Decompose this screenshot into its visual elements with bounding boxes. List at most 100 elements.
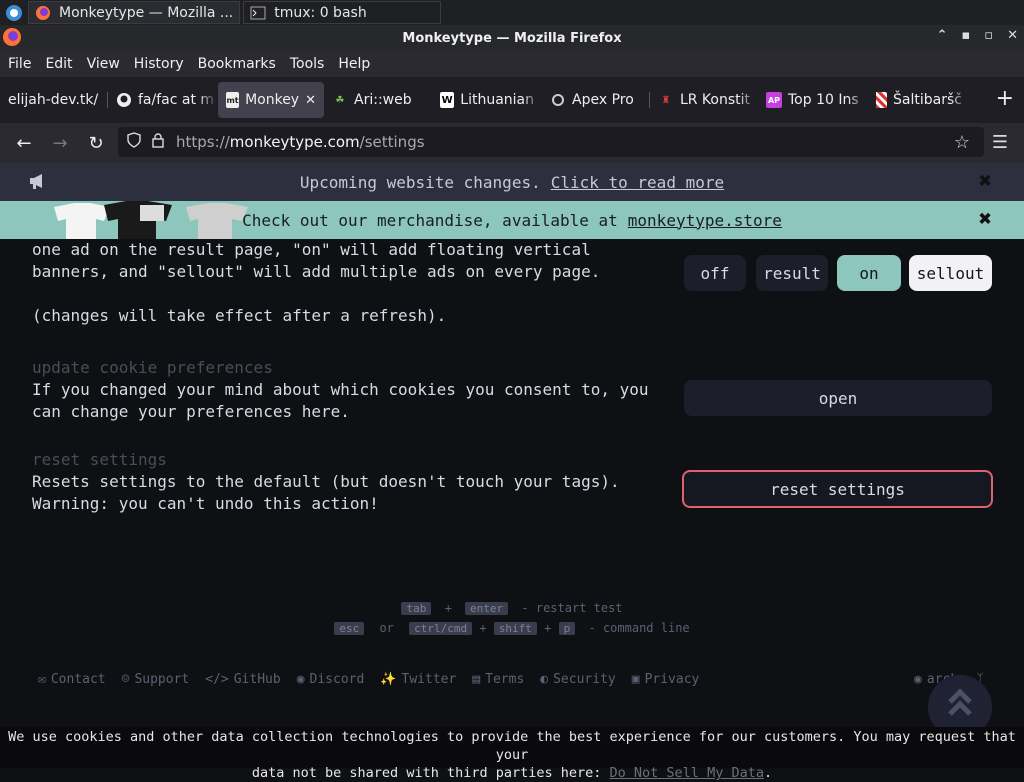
envelope-icon: ✉ (38, 672, 46, 687)
lr-icon: ♜ (661, 94, 671, 106)
settings-page: one ad on the result page, "on" will add… (0, 239, 1024, 768)
app-launcher-icon[interactable] (3, 2, 25, 24)
shield-icon[interactable] (126, 132, 142, 152)
footer-support-label: Support (134, 672, 190, 687)
tab-lr[interactable]: ♜ LR Konstit (650, 82, 758, 118)
footer-privacy[interactable]: ▣ Privacy (632, 672, 700, 687)
footer-security[interactable]: ◐ Security (540, 672, 615, 687)
window-close-icon[interactable]: ✕ (1007, 28, 1018, 43)
footer-terms-label: Terms (485, 672, 525, 687)
footer-github[interactable]: </> GitHub (205, 672, 280, 687)
tab-monkeytype[interactable]: mt Monkey ✕ (218, 82, 324, 118)
footer-github-label: GitHub (233, 672, 281, 687)
ads-on-button[interactable]: on (837, 255, 901, 291)
menu-bookmarks[interactable]: Bookmarks (198, 56, 276, 72)
footer-twitter-label: Twitter (401, 672, 457, 687)
url-host: monkeytype.com (229, 133, 360, 151)
notice-close-icon[interactable]: ✖ (979, 171, 992, 193)
hamburger-menu-icon[interactable]: ☰ (992, 132, 1008, 153)
double-chevron-up-icon (946, 688, 974, 726)
reset-settings-button[interactable]: reset settings (682, 470, 993, 508)
bookmark-star-icon[interactable]: ☆ (954, 132, 970, 153)
window-title: Monkeytype — Mozilla Firefox (402, 30, 622, 46)
tab-github[interactable]: fa/fac at m (108, 82, 218, 118)
terminal-icon (250, 5, 266, 21)
back-button[interactable]: ← (10, 129, 38, 157)
firefox-icon (35, 5, 51, 21)
footer-contact[interactable]: ✉ Contact (38, 672, 106, 687)
tab-bar: elijah-dev.tk/ fa/fac at m mt Monkey ✕ ☘… (0, 77, 1024, 123)
tab-ari[interactable]: ☘ Ari::web (324, 82, 432, 118)
merch-banner: Check out our merchandise, available at … (0, 201, 1024, 239)
forward-button[interactable]: → (46, 129, 74, 157)
footer-contact-label: Contact (50, 672, 106, 687)
tab-label: elijah-dev.tk/ (8, 92, 99, 108)
kbd-enter: enter (465, 602, 509, 615)
open-cookie-preferences-button[interactable]: open (684, 380, 992, 416)
kbd-shift: shift (493, 622, 537, 635)
steelseries-icon (550, 92, 566, 108)
menu-edit[interactable]: Edit (45, 56, 72, 72)
notice-link[interactable]: Click to read more (551, 173, 724, 192)
menu-view[interactable]: View (87, 56, 120, 72)
new-tab-button[interactable]: + (996, 88, 1014, 110)
kbd-p: p (558, 622, 576, 635)
footer-security-label: Security (553, 672, 616, 687)
menu-tools[interactable]: Tools (290, 56, 325, 72)
taskbar-item-terminal[interactable]: tmux: 0 bash (243, 1, 442, 24)
tab-elijah[interactable]: elijah-dev.tk/ (0, 82, 108, 118)
reload-button[interactable]: ↻ (82, 129, 110, 157)
cookie-notice: We use cookies and other data collection… (0, 727, 1024, 781)
command-line-hint: esc or ctrl/cmd + shift + p - command li… (0, 621, 1024, 635)
command-line-hint-text: - command line (588, 621, 690, 635)
window-collapse-icon[interactable]: ⌃ (937, 28, 948, 43)
cookie-description-line2: can change your preferences here. (32, 402, 350, 421)
tab-saltibarsciai[interactable]: Šaltibaršč (868, 82, 970, 118)
tab-apex[interactable]: Apex Pro (542, 82, 650, 118)
tab-label: Apex Pro (572, 92, 634, 108)
tab-close-icon[interactable]: ✕ (305, 93, 316, 108)
footer-terms[interactable]: ▤ Terms (472, 672, 524, 687)
reset-description-line2: Warning: you can't undo this action! (32, 494, 379, 513)
lock-icon[interactable] (150, 132, 166, 152)
kbd-tab: tab (401, 602, 432, 615)
do-not-sell-link[interactable]: Do Not Sell My Data (610, 765, 764, 781)
notice-banner: Upcoming website changes. Click to read … (0, 163, 1024, 201)
merch-link[interactable]: monkeytype.store (628, 211, 782, 230)
menu-file[interactable]: File (8, 56, 31, 72)
hint-or: or (379, 621, 394, 635)
ads-description-line3: (changes will take effect after a refres… (32, 306, 447, 325)
footer-twitter[interactable]: ✨ Twitter (380, 672, 456, 687)
window-maximize-icon[interactable]: ▫ (984, 28, 993, 43)
window-minimize-icon[interactable]: ▪ (961, 28, 970, 43)
github-icon (116, 92, 132, 108)
footer-discord[interactable]: ◉ Discord (297, 672, 365, 687)
footer-links: ✉ Contact ☺ Support </> GitHub ◉ Discord ✨ Tw… (38, 672, 699, 687)
kbd-esc: esc (334, 622, 365, 635)
menu-bar: File Edit View History Bookmarks Tools H… (0, 51, 1024, 77)
lock-icon: ▣ (631, 672, 640, 687)
url-bar[interactable]: https://monkeytype.com/settings ☆ (118, 127, 984, 157)
monkeytype-icon: mt (226, 92, 240, 108)
discord-icon: ◉ (296, 672, 305, 687)
hint-plus: + (444, 601, 452, 615)
restart-hint-text: - restart test (521, 601, 623, 615)
firefox-icon (2, 27, 22, 51)
cookie-notice-text-1: We use cookies and other data collection… (8, 729, 1016, 763)
taskbar-item-firefox[interactable]: Monkeytype — Mozilla ... (28, 1, 241, 24)
tab-top10[interactable]: AP Top 10 Ins (758, 82, 868, 118)
tab-label: Monkey (245, 92, 300, 108)
ads-off-button[interactable]: off (684, 255, 746, 291)
ads-result-button[interactable]: result (756, 255, 828, 291)
notice-text: Upcoming website changes. (299, 172, 541, 192)
footer-support[interactable]: ☺ Support (122, 672, 190, 687)
window-titlebar: Monkeytype — Mozilla Firefox ⌃ ▪ ▫ ✕ (0, 25, 1024, 51)
ads-sellout-button[interactable]: sellout (909, 255, 992, 291)
tab-wikipedia[interactable]: W Lithuanian (432, 82, 542, 118)
merch-image (44, 201, 270, 239)
menu-history[interactable]: History (134, 56, 184, 72)
ads-description-line1: one ad on the result page, "on" will add… (32, 240, 591, 259)
shield-icon: ◐ (540, 672, 549, 687)
merch-close-icon[interactable]: ✖ (979, 209, 992, 231)
menu-help[interactable]: Help (338, 56, 370, 72)
